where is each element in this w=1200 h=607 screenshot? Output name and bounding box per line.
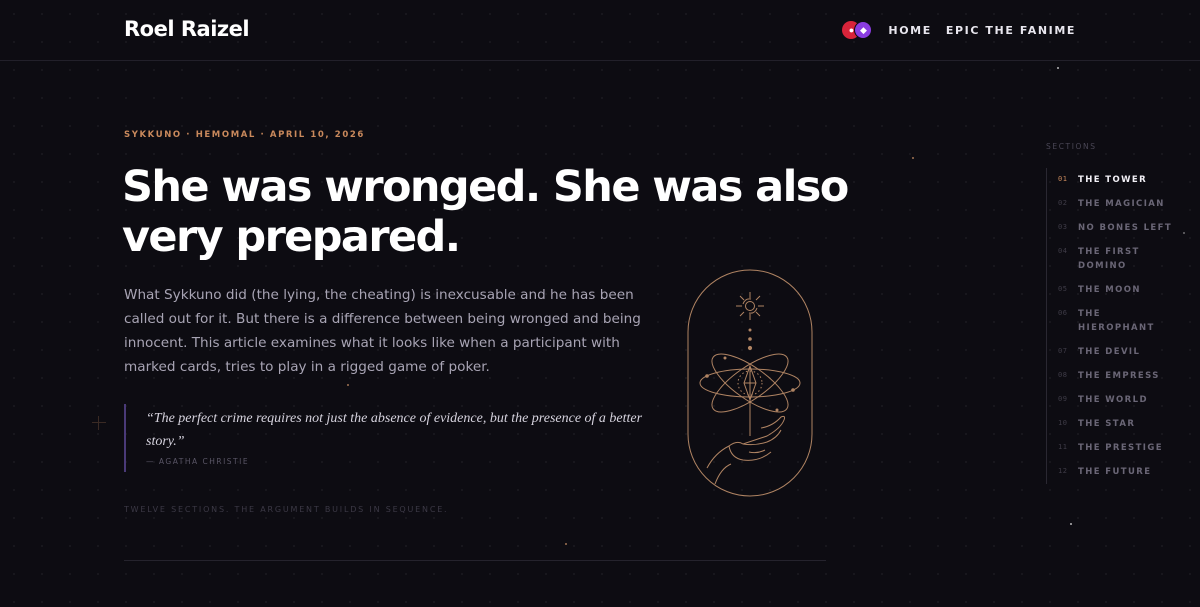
section-label: THE TOWER: [1078, 175, 1148, 185]
section-item-9[interactable]: 09 THE WORLD: [1047, 388, 1176, 412]
section-label: THE STAR: [1078, 419, 1136, 429]
section-number: 01: [1058, 175, 1068, 183]
section-item-12[interactable]: 12 THE FUTURE: [1047, 460, 1176, 484]
section-item-1[interactable]: 01 THE TOWER: [1047, 168, 1176, 192]
quote-attribution: — AGATHA CHRISTIE: [146, 457, 250, 466]
section-number: 09: [1058, 395, 1068, 403]
pull-quote: “The perfect crime requires not just the…: [124, 404, 644, 472]
section-label: THE FUTURE: [1078, 467, 1152, 477]
section-label: THE EMPRESS: [1078, 371, 1160, 381]
star-dot: [1070, 523, 1072, 525]
top-bar: Roel Raizel ● ◆ HOME EPIC THE FANIME: [0, 0, 1200, 61]
section-number: 04: [1058, 247, 1068, 255]
star-dot: [1183, 232, 1185, 234]
section-label: THE PRESTIGE: [1078, 443, 1163, 453]
section-item-4[interactable]: 04 THE FIRST DOMINO: [1047, 240, 1176, 278]
divider: [124, 560, 826, 561]
article-meta: SYKKUNO · HEMOMAL · APRIL 10, 2026: [124, 130, 365, 140]
avatar-group[interactable]: ● ◆: [842, 21, 873, 39]
section-label: THE MOON: [1078, 285, 1141, 295]
section-number: 06: [1058, 309, 1068, 317]
section-number: 11: [1058, 443, 1068, 451]
site-brand[interactable]: Roel Raizel: [124, 17, 250, 41]
section-label: THE WORLD: [1078, 395, 1148, 405]
section-number: 08: [1058, 371, 1068, 379]
sections-list: 01 THE TOWER 02 THE MAGICIAN 03 NO BONES LEFT…: [1046, 168, 1176, 484]
section-item-3[interactable]: 03 NO BONES LEFT: [1047, 216, 1176, 240]
quote-text: “The perfect crime requires not just the…: [146, 411, 643, 449]
nav-epic-the-fanime-link[interactable]: EPIC THE FANIME: [946, 24, 1076, 37]
section-number: 07: [1058, 347, 1068, 355]
section-item-11[interactable]: 11 THE PRESTIGE: [1047, 436, 1176, 460]
section-number: 10: [1058, 419, 1068, 427]
star-dot: [565, 543, 567, 545]
section-number: 12: [1058, 467, 1068, 475]
sections-title: SECTIONS: [1046, 142, 1097, 151]
section-item-10[interactable]: 10 THE STAR: [1047, 412, 1176, 436]
section-label: THE DEVIL: [1078, 347, 1141, 357]
sections-note: TWELVE SECTIONS. THE ARGUMENT BUILDS IN …: [124, 505, 449, 514]
section-number: 05: [1058, 285, 1068, 293]
crosshair-mark: [92, 416, 106, 430]
section-item-6[interactable]: 06 THE HIEROPHANT: [1047, 302, 1176, 340]
article-title: She was wronged. She was also very prepa…: [122, 162, 849, 262]
avatar-purple: ◆: [854, 21, 873, 39]
section-number: 02: [1058, 199, 1068, 207]
section-item-2[interactable]: 02 THE MAGICIAN: [1047, 192, 1176, 216]
star-dot: [347, 384, 349, 386]
section-item-7[interactable]: 07 THE DEVIL: [1047, 340, 1176, 364]
section-number: 03: [1058, 223, 1068, 231]
section-label: THE HIEROPHANT: [1078, 309, 1155, 333]
main-nav: ● ◆ HOME EPIC THE FANIME: [842, 21, 1076, 39]
section-label: NO BONES LEFT: [1078, 223, 1173, 233]
star-dot: [1057, 67, 1059, 69]
star-dot: [912, 157, 914, 159]
section-label: THE FIRST DOMINO: [1078, 247, 1140, 271]
section-label: THE MAGICIAN: [1078, 199, 1165, 209]
article-lede: What Sykkuno did (the lying, the cheatin…: [124, 287, 641, 375]
tarot-hand-atom-illustration: [687, 269, 813, 497]
nav-home-link[interactable]: HOME: [888, 24, 931, 37]
section-item-8[interactable]: 08 THE EMPRESS: [1047, 364, 1176, 388]
section-item-5[interactable]: 05 THE MOON: [1047, 278, 1176, 302]
